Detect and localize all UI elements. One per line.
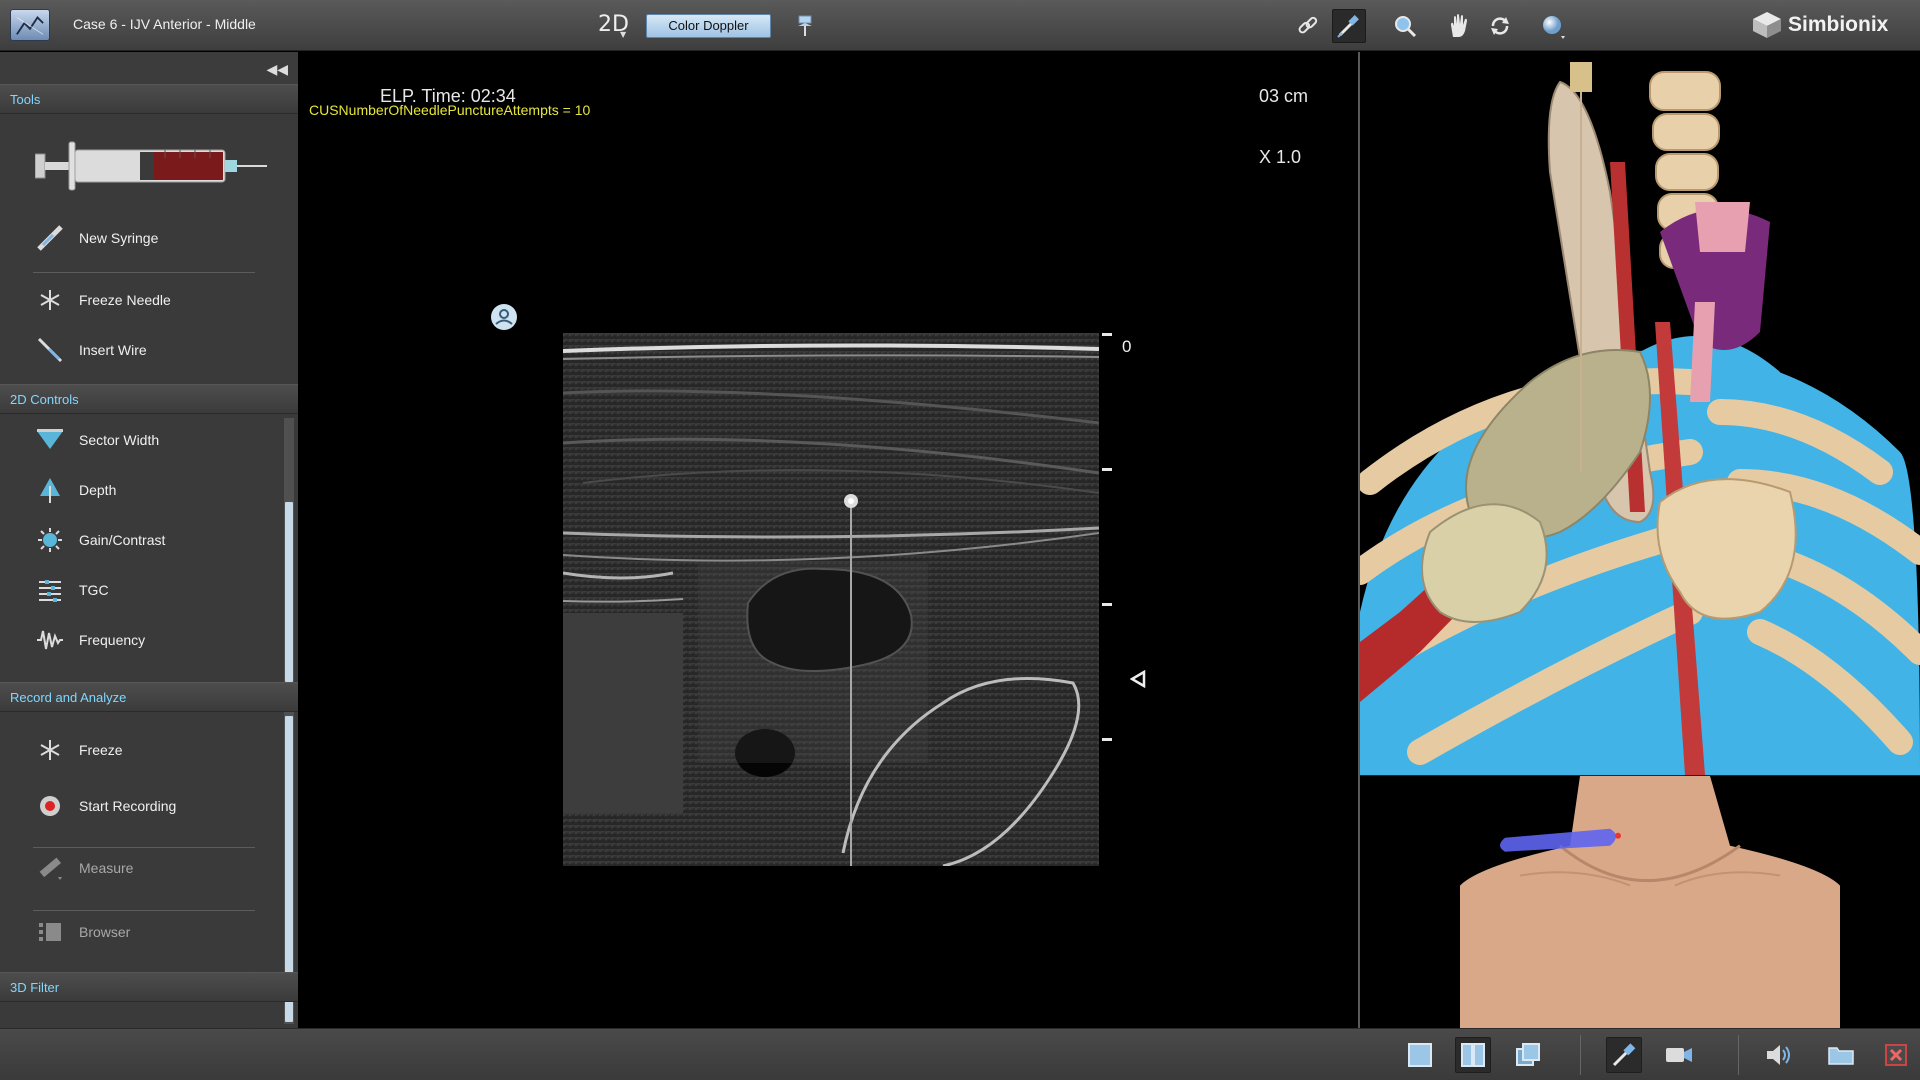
rotate-icon[interactable] [1483,9,1517,43]
case-title: Case 6 - IJV Anterior - Middle [73,16,256,32]
ultrasound-image[interactable] [562,333,1100,868]
toolbar-divider [1580,1035,1581,1075]
frequency-label: Frequency [79,632,146,648]
bottom-toolbar [0,1028,1920,1080]
pin-icon[interactable] [794,14,816,38]
sector-width-button[interactable]: Sector Width [0,420,280,460]
filter-3d-header[interactable]: 3D Filter [0,972,298,1002]
volume-icon[interactable] [1760,1037,1796,1073]
start-recording-label: Start Recording [79,798,177,814]
freeze-needle-label: Freeze Needle [79,292,171,308]
puncture-attempts: CUSNumberOfNeedlePunctureAttempts = 10 [309,102,591,118]
depth-tick [1102,468,1112,471]
gain-contrast-icon [33,525,67,555]
brand-logo: Simbionix [1750,10,1888,40]
freeze-label: Freeze [79,742,123,758]
mode-2d-dropdown[interactable]: 2D ▼ [598,12,629,39]
record-analyze-header[interactable]: Record and Analyze [0,682,298,712]
collapse-panel-icon[interactable]: ◀◀ [266,61,288,78]
insert-wire-button[interactable]: Insert Wire [0,330,280,370]
chevron-down-icon: ▼ [620,30,627,39]
depth-tick [1102,333,1112,336]
anatomy-3d-view[interactable] [1360,52,1920,775]
focus-marker-icon[interactable] [1129,669,1146,689]
cube-icon [1753,12,1781,38]
divider [33,910,255,911]
measure-label: Measure [79,860,134,876]
needle-view-icon[interactable] [1332,9,1366,43]
browser-button[interactable]: Browser [0,912,280,952]
gain-contrast-button[interactable]: Gain/Contrast [0,520,280,560]
overlay-view-icon[interactable] [1510,1037,1546,1073]
tgc-label: TGC [79,582,109,598]
app-logo-icon[interactable] [10,9,50,41]
color-doppler-button[interactable]: Color Doppler [646,14,771,38]
split-view-icon[interactable] [1455,1037,1491,1073]
measure-button[interactable]: Measure [0,848,280,888]
tgc-icon [33,575,67,605]
browser-icon [33,917,67,947]
close-icon[interactable] [1878,1037,1914,1073]
freeze-button[interactable]: Freeze [0,730,280,770]
depth-tick [1102,603,1112,606]
divider [33,272,255,273]
link-icon[interactable] [1291,9,1325,43]
syringe-icon [33,223,67,253]
browser-label: Browser [79,924,131,940]
sphere-icon[interactable] [1536,9,1570,43]
sector-width-icon [33,425,67,455]
controls-2d-header[interactable]: 2D Controls [0,384,298,414]
snowflake-icon [33,285,67,315]
new-syringe-label: New Syringe [79,230,159,246]
depth-label: Depth [79,482,117,498]
syringe-image[interactable] [34,136,270,196]
zoom-icon[interactable] [1388,9,1422,43]
start-recording-button[interactable]: Start Recording [0,786,280,826]
depth-button[interactable]: Depth [0,470,280,510]
frequency-button[interactable]: Frequency [0,620,280,660]
zoom-readout: X 1.0 [1259,147,1302,167]
insert-wire-label: Insert Wire [79,342,147,358]
camera-icon[interactable] [1661,1037,1697,1073]
sector-width-label: Sector Width [79,432,160,448]
pan-hand-icon[interactable] [1442,9,1476,43]
gain-contrast-label: Gain/Contrast [79,532,166,548]
brand-name: Simbionix [1788,13,1889,36]
freeze-needle-button[interactable]: Freeze Needle [0,280,280,320]
wire-icon [33,335,67,365]
frequency-icon [33,625,67,655]
depth-icon [33,475,67,505]
record-icon [33,791,67,821]
orientation-marker-icon[interactable] [490,303,518,331]
snowflake-icon [33,735,67,765]
folder-icon[interactable] [1823,1037,1859,1073]
toolbar-divider [1738,1035,1739,1075]
depth-tick [1102,738,1112,741]
depth-readout: 03 cm [1259,86,1309,106]
collapse-row: ◀◀ [0,52,298,84]
top-toolbar: Case 6 - IJV Anterior - Middle 2D ▼ Colo… [0,0,1920,51]
patient-neck-view[interactable] [1360,775,1920,1028]
needle-tool-icon[interactable] [1606,1037,1642,1073]
left-panel: ◀◀ Tools New Syringe Freeze Needle Inser… [0,52,298,1028]
controls-scroll-thumb[interactable] [285,502,293,682]
measure-icon [33,853,67,883]
depth-zero-label: 0 [1122,337,1132,356]
single-view-icon[interactable] [1402,1037,1438,1073]
tools-header[interactable]: Tools [0,84,298,114]
tgc-button[interactable]: TGC [0,570,280,610]
new-syringe-button[interactable]: New Syringe [0,218,280,258]
